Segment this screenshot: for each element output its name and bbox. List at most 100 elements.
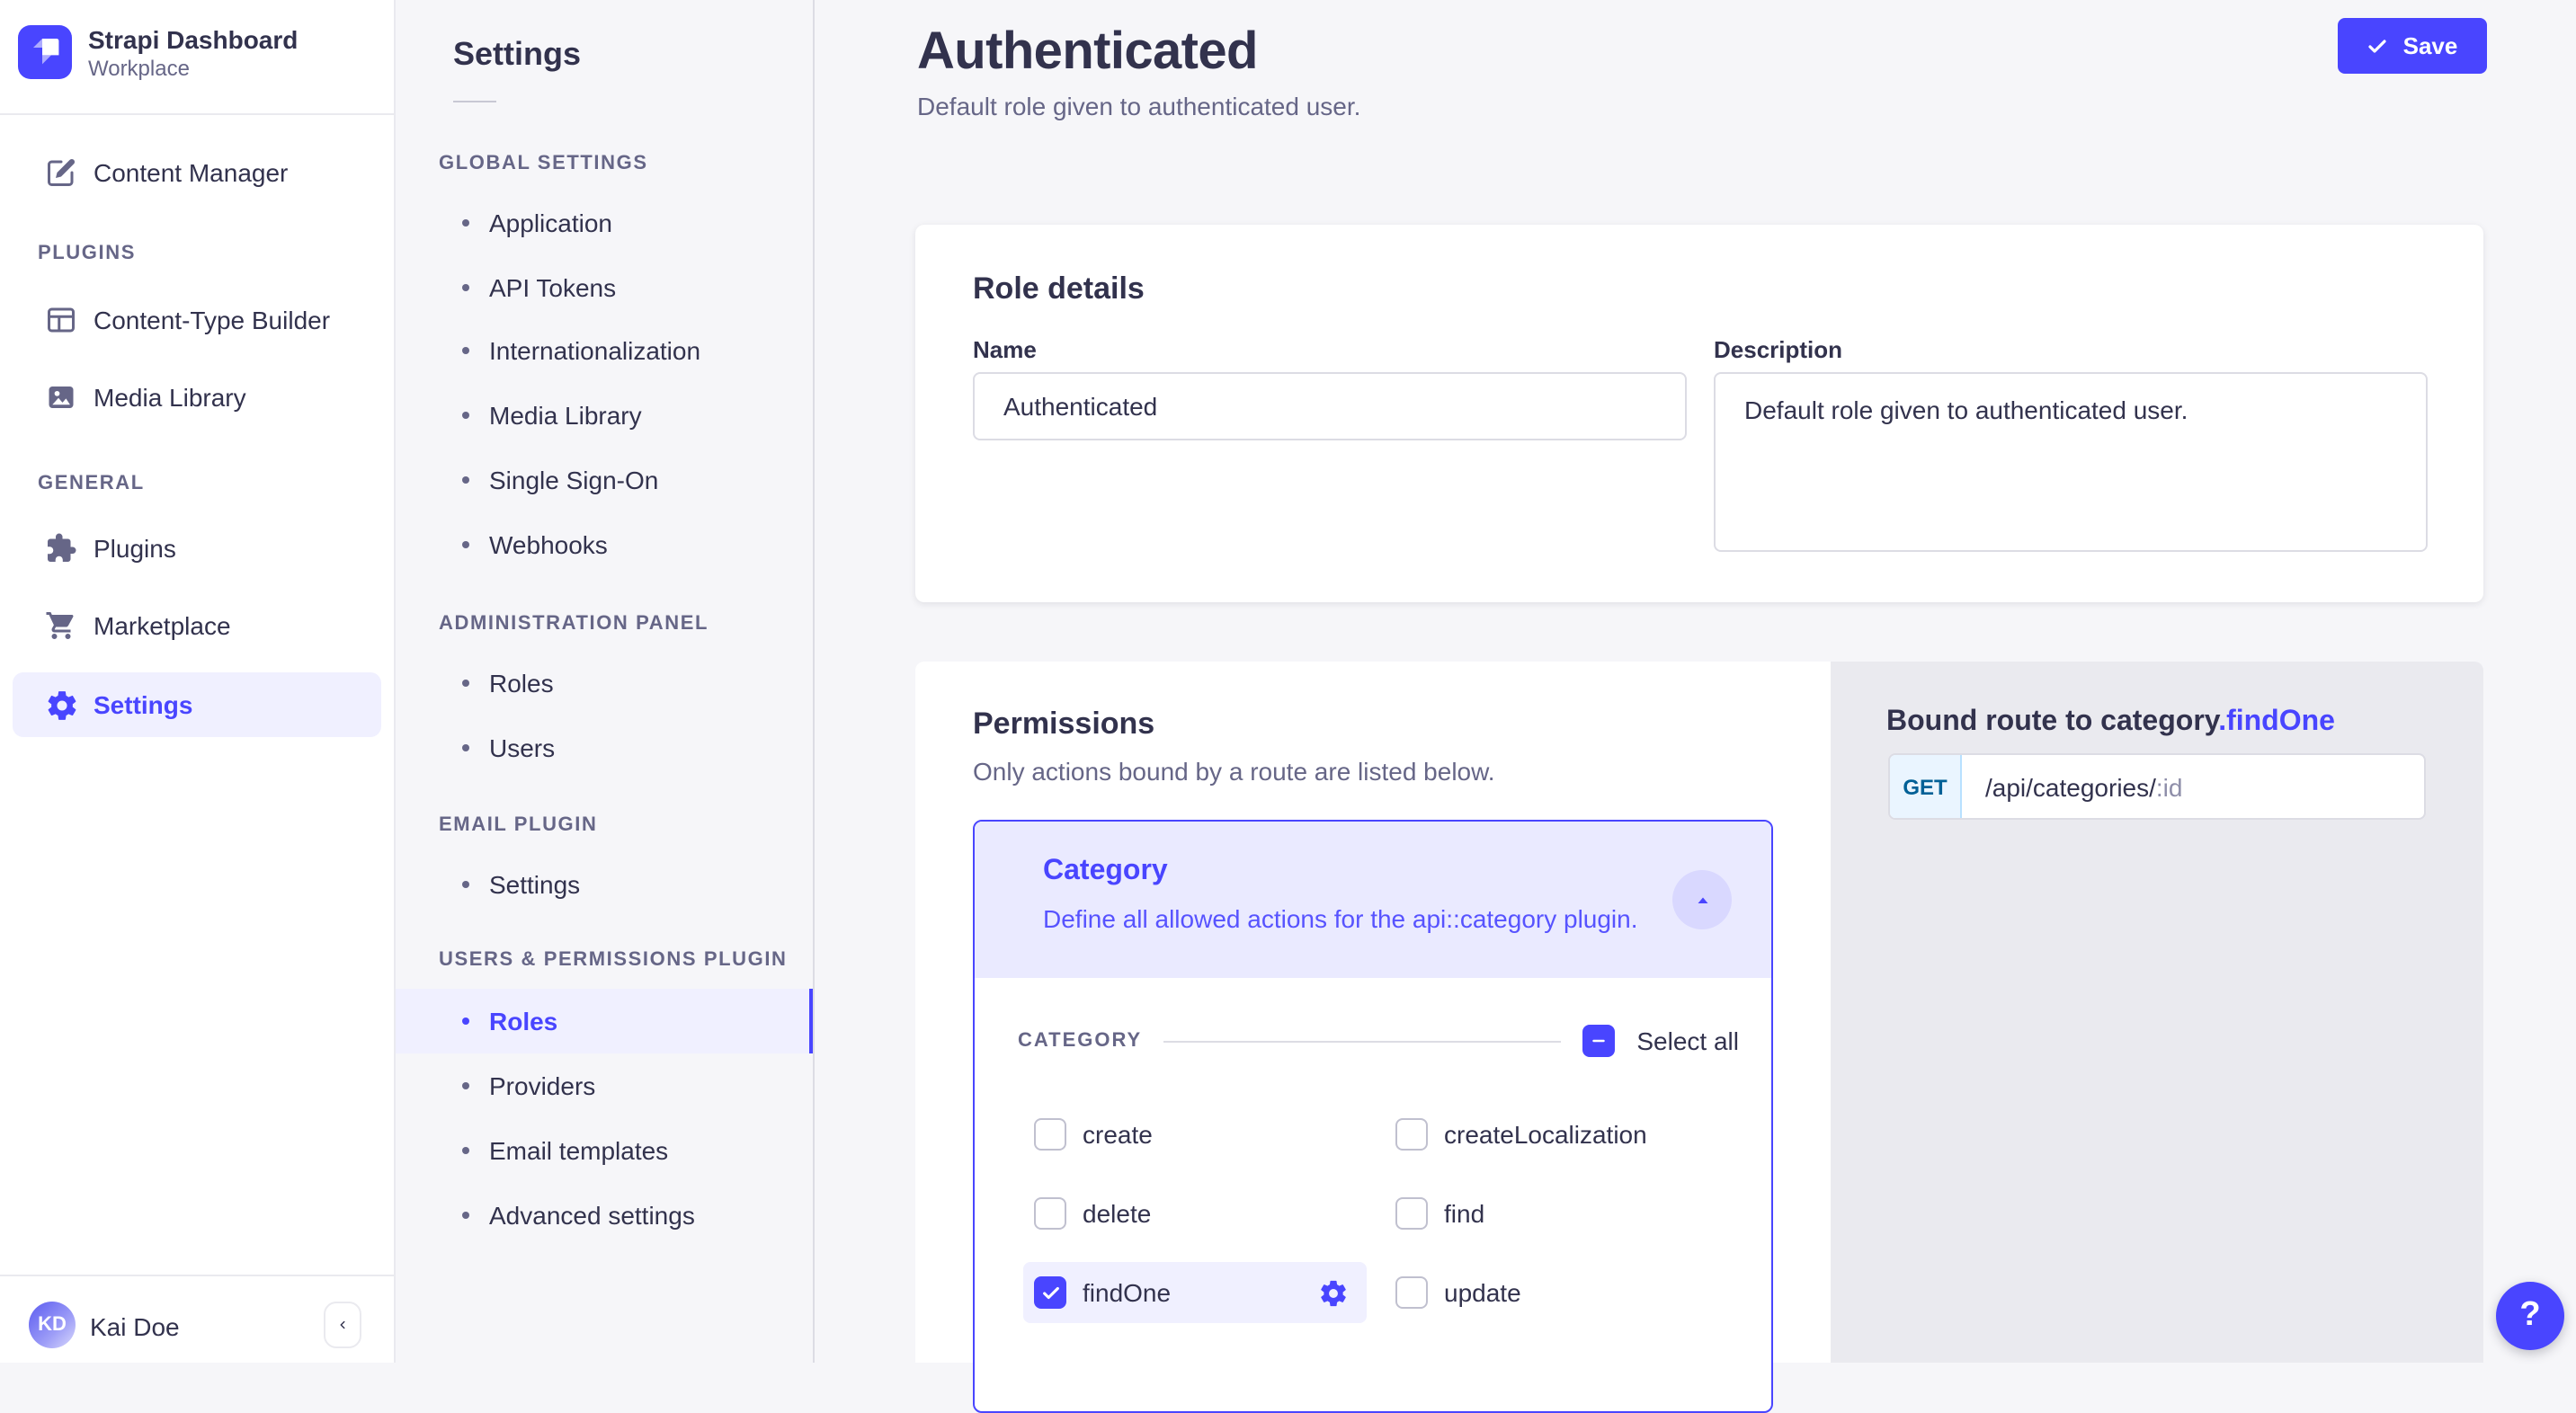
pen-square-icon bbox=[43, 155, 79, 191]
category-group-row: CATEGORY Select all bbox=[975, 1025, 1771, 1057]
permissions-subtitle: Only actions bound by a route are listed… bbox=[973, 757, 1495, 786]
subnav-section-users-permissions-plugin: USERS & PERMISSIONS PLUGIN bbox=[439, 949, 788, 971]
http-method-badge: GET bbox=[1890, 755, 1962, 818]
subnav-item-api-tokens[interactable]: API Tokens bbox=[396, 266, 813, 309]
sidebar-item-content-manager[interactable]: Content Manager bbox=[0, 142, 396, 203]
role-name-input[interactable] bbox=[973, 372, 1687, 440]
bullet-icon bbox=[462, 1018, 469, 1025]
subnav-item-providers[interactable]: Providers bbox=[396, 1064, 813, 1107]
delete-checkbox[interactable] bbox=[1034, 1197, 1066, 1230]
gear-icon bbox=[1318, 1277, 1349, 1308]
bullet-icon bbox=[462, 412, 469, 419]
subnav-item-application[interactable]: Application bbox=[396, 201, 813, 244]
cart-icon bbox=[43, 608, 79, 644]
gear-icon bbox=[43, 687, 79, 723]
findOne-checkbox[interactable] bbox=[1034, 1276, 1066, 1309]
collapse-sidebar-button[interactable] bbox=[324, 1302, 361, 1348]
category-group-label: CATEGORY bbox=[1018, 1030, 1142, 1052]
workspace-subtitle: Workplace bbox=[88, 56, 190, 81]
bullet-icon bbox=[462, 219, 469, 227]
strapi-logo bbox=[18, 25, 72, 79]
bullet-icon bbox=[462, 1082, 469, 1089]
subnav-item-up-roles[interactable]: Roles bbox=[396, 989, 813, 1053]
save-button[interactable]: Save bbox=[2338, 18, 2487, 74]
bullet-icon bbox=[462, 476, 469, 484]
user-name: Kai Doe bbox=[90, 1312, 180, 1341]
route-path: /api/categories/:id bbox=[1962, 755, 2183, 818]
category-accordion-header[interactable]: Category Define all allowed actions for … bbox=[975, 822, 1771, 978]
subnav-item-email-templates[interactable]: Email templates bbox=[396, 1129, 813, 1172]
check-icon bbox=[2367, 35, 2389, 57]
subnav-title: Settings bbox=[453, 36, 581, 74]
subnav-item-single-sign-on[interactable]: Single Sign-On bbox=[396, 458, 813, 502]
subnav-item-admin-users[interactable]: Users bbox=[396, 726, 813, 769]
sidebar-section-general: GENERAL bbox=[38, 473, 145, 494]
app-root: Strapi Dashboard Workplace Content Manag… bbox=[0, 0, 2576, 1363]
role-description-textarea[interactable]: Default role given to authenticated user… bbox=[1714, 372, 2428, 552]
permission-createLocalization: createLocalization bbox=[1395, 1113, 1647, 1156]
select-all-checkbox[interactable] bbox=[1582, 1025, 1615, 1057]
permissions-title: Permissions bbox=[973, 706, 1154, 742]
subnav-item-media-library[interactable]: Media Library bbox=[396, 394, 813, 437]
bound-route-title: Bound route to category.findOne bbox=[1886, 706, 2335, 739]
route-display[interactable]: GET /api/categories/:id bbox=[1888, 753, 2426, 820]
permission-find: find bbox=[1395, 1192, 1484, 1235]
subnav-item-admin-roles[interactable]: Roles bbox=[396, 662, 813, 705]
bound-route-panel: Bound route to category.findOne GET /api… bbox=[1831, 662, 2483, 1363]
sidebar-item-marketplace[interactable]: Marketplace bbox=[0, 595, 396, 656]
page-subtitle: Default role given to authenticated user… bbox=[917, 92, 1360, 120]
subnav-section-email-plugin: EMAIL PLUGIN bbox=[439, 814, 597, 836]
subnav-item-email-settings[interactable]: Settings bbox=[396, 863, 813, 906]
question-icon: ? bbox=[2519, 1296, 2540, 1336]
avatar: KD bbox=[29, 1302, 76, 1348]
sidebar-divider bbox=[0, 1275, 394, 1276]
bullet-icon bbox=[462, 347, 469, 354]
select-all-label: Select all bbox=[1636, 1026, 1739, 1055]
permission-update: update bbox=[1395, 1271, 1521, 1314]
bullet-icon bbox=[462, 1212, 469, 1219]
sidebar-item-plugins[interactable]: Plugins bbox=[0, 518, 396, 579]
accordion-collapse-button[interactable] bbox=[1672, 870, 1732, 929]
page-title: Authenticated bbox=[917, 23, 1258, 83]
divider-line bbox=[1163, 1040, 1561, 1042]
subnav-item-webhooks[interactable]: Webhooks bbox=[396, 523, 813, 566]
bullet-icon bbox=[462, 1147, 469, 1154]
permission-create: create bbox=[1034, 1113, 1153, 1156]
update-checkbox[interactable] bbox=[1395, 1276, 1428, 1309]
chevron-left-icon bbox=[336, 1314, 349, 1336]
bullet-icon bbox=[462, 284, 469, 291]
puzzle-icon bbox=[43, 530, 79, 566]
sidebar-item-media-library[interactable]: Media Library bbox=[0, 367, 396, 428]
findOne-settings-gear-button[interactable] bbox=[1318, 1277, 1349, 1308]
layout-icon bbox=[43, 302, 79, 338]
sidebar-item-settings[interactable]: Settings bbox=[13, 672, 381, 737]
main-content: Authenticated Default role given to auth… bbox=[815, 0, 2576, 1363]
main-sidebar: Strapi Dashboard Workplace Content Manag… bbox=[0, 0, 396, 1363]
bound-route-action: .findOne bbox=[2218, 706, 2335, 737]
subnav-item-internationalization[interactable]: Internationalization bbox=[396, 329, 813, 372]
createLocalization-checkbox[interactable] bbox=[1395, 1118, 1428, 1151]
role-details-card: Role details Name Description Default ro… bbox=[915, 225, 2483, 602]
bullet-icon bbox=[462, 680, 469, 687]
name-label: Name bbox=[973, 336, 1037, 363]
settings-subnav: Settings GLOBAL SETTINGS Application API… bbox=[396, 0, 815, 1363]
sidebar-item-content-type-builder[interactable]: Content-Type Builder bbox=[0, 289, 396, 351]
description-label: Description bbox=[1714, 336, 1842, 363]
create-checkbox[interactable] bbox=[1034, 1118, 1066, 1151]
help-button[interactable]: ? bbox=[2496, 1282, 2564, 1350]
workspace-brand: Strapi Dashboard Workplace bbox=[0, 0, 394, 115]
sidebar-section-plugins: PLUGINS bbox=[38, 243, 136, 264]
subnav-item-advanced-settings[interactable]: Advanced settings bbox=[396, 1194, 813, 1237]
workspace-title: Strapi Dashboard bbox=[88, 25, 298, 54]
accordion-description: Define all allowed actions for the api::… bbox=[1043, 904, 1638, 933]
permission-delete: delete bbox=[1034, 1192, 1151, 1235]
route-param: :id bbox=[2156, 772, 2183, 801]
picture-icon bbox=[43, 379, 79, 415]
subnav-title-divider bbox=[453, 101, 496, 102]
minus-icon bbox=[1590, 1032, 1608, 1050]
bullet-icon bbox=[462, 744, 469, 751]
category-accordion: Category Define all allowed actions for … bbox=[973, 820, 1773, 1413]
triangle-up-icon bbox=[1691, 889, 1713, 911]
check-icon bbox=[1040, 1283, 1060, 1302]
find-checkbox[interactable] bbox=[1395, 1197, 1428, 1230]
